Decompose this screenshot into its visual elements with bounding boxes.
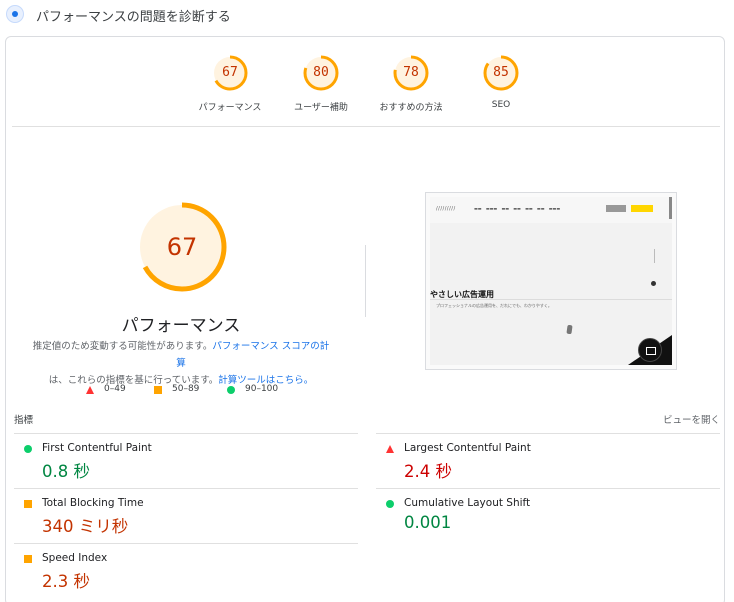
circle-icon xyxy=(227,386,235,394)
mail-icon xyxy=(638,338,662,362)
section-header: パフォーマンスの問題を診断する xyxy=(0,0,734,32)
metric-name: Largest Contentful Paint xyxy=(404,442,531,454)
square-icon xyxy=(24,555,32,563)
screenshot-button xyxy=(631,205,653,212)
performance-description: 推定値のため変動する可能性があります。パフォーマンス スコアの計算 は、これらの… xyxy=(31,338,331,389)
metric-value: 0.001 xyxy=(404,513,452,532)
screenshot-button xyxy=(606,205,626,212)
screenshot-content: ///////// ▬▬ ▬▬▬ ▬▬ ▬▬ ▬▬ ▬▬ ▬▬▬ やさしい広告運… xyxy=(430,197,672,365)
metric-si: Speed Index 2.3 秒 xyxy=(14,543,358,598)
metric-value: 340 ミリ秒 xyxy=(42,517,129,536)
metric-name: First Contentful Paint xyxy=(42,442,152,454)
square-icon xyxy=(154,386,162,394)
legend-range: 50–89 xyxy=(172,384,200,394)
divider xyxy=(12,126,720,127)
performance-gauge: 67 xyxy=(134,199,230,295)
gauge-score: 85 xyxy=(493,65,509,80)
metric-lcp: Largest Contentful Paint 2.4 秒 xyxy=(376,433,720,488)
square-icon xyxy=(24,500,32,508)
section-title: パフォーマンスの問題を診断する xyxy=(36,10,231,25)
circle-icon xyxy=(386,500,394,508)
legend-range: 90–100 xyxy=(245,384,279,394)
metric-value: 2.3 秒 xyxy=(42,572,90,591)
screenshot-menu: ▬▬ ▬▬▬ ▬▬ ▬▬ ▬▬ ▬▬ ▬▬▬ xyxy=(474,206,561,211)
metric-value: 2.4 秒 xyxy=(404,462,452,481)
gauge-seo[interactable]: 85 SEO xyxy=(456,54,546,110)
metric-cls: Cumulative Layout Shift 0.001 xyxy=(376,488,720,543)
screenshot-line xyxy=(654,249,655,263)
report-card: 67 パフォーマンス 80 ユーザー補助 78 おすすめの方法 85 SEO 6… xyxy=(5,36,725,602)
gauge-score: 80 xyxy=(313,65,329,80)
screenshot-dot xyxy=(651,281,656,286)
metric-tbt: Total Blocking Time 340 ミリ秒 xyxy=(14,488,358,543)
gauge-label: ユーザー補助 xyxy=(294,103,348,113)
diagnose-icon xyxy=(6,5,24,23)
gauge-label: SEO xyxy=(491,100,511,110)
gauge-performance[interactable]: 67 パフォーマンス xyxy=(185,54,275,113)
screenshot-hero-text: やさしい広告運用 xyxy=(430,290,494,299)
gauge-score: 67 xyxy=(222,65,238,80)
performance-title: パフォーマンス xyxy=(121,316,241,336)
desc-text: 推定値のため変動する可能性があります。 xyxy=(32,341,213,352)
screenshot-scrollbar xyxy=(669,197,672,219)
metrics-title: 指標 xyxy=(14,415,34,426)
performance-score: 67 xyxy=(166,233,198,261)
legend-range: 0–49 xyxy=(104,384,126,394)
gauge-accessibility[interactable]: 80 ユーザー補助 xyxy=(276,54,366,113)
metric-name: Total Blocking Time xyxy=(42,497,144,509)
screenshot-nav: ///////// ▬▬ ▬▬▬ ▬▬ ▬▬ ▬▬ ▬▬ ▬▬▬ xyxy=(430,197,672,223)
gauge-score: 78 xyxy=(403,65,419,80)
screenshot-sub-text: プロフェッショナルの広告運用を、だれにでも、わかりやすく。 xyxy=(436,303,552,308)
screenshot-logo: ///////// xyxy=(436,206,456,212)
metric-value: 0.8 秒 xyxy=(42,462,90,481)
triangle-icon xyxy=(386,445,394,453)
score-gauges: 67 パフォーマンス 80 ユーザー補助 78 おすすめの方法 85 SEO xyxy=(6,37,724,127)
expand-view-toggle[interactable]: ビューを開く xyxy=(663,412,720,426)
metrics-header: 指標 ビューを開く xyxy=(14,412,720,430)
metric-name: Cumulative Layout Shift xyxy=(404,497,531,509)
vertical-divider xyxy=(365,245,366,317)
gauge-label: パフォーマンス xyxy=(198,103,262,113)
page-screenshot: ///////// ▬▬ ▬▬▬ ▬▬ ▬▬ ▬▬ ▬▬ ▬▬▬ やさしい広告運… xyxy=(425,192,677,370)
metric-name: Speed Index xyxy=(42,552,108,564)
gauge-best-practices[interactable]: 78 おすすめの方法 xyxy=(366,54,456,113)
circle-icon xyxy=(24,445,32,453)
gauge-label: おすすめの方法 xyxy=(379,103,443,113)
metric-fcp: First Contentful Paint 0.8 秒 xyxy=(14,433,358,488)
screenshot-shape xyxy=(566,324,573,335)
triangle-icon xyxy=(86,386,94,394)
